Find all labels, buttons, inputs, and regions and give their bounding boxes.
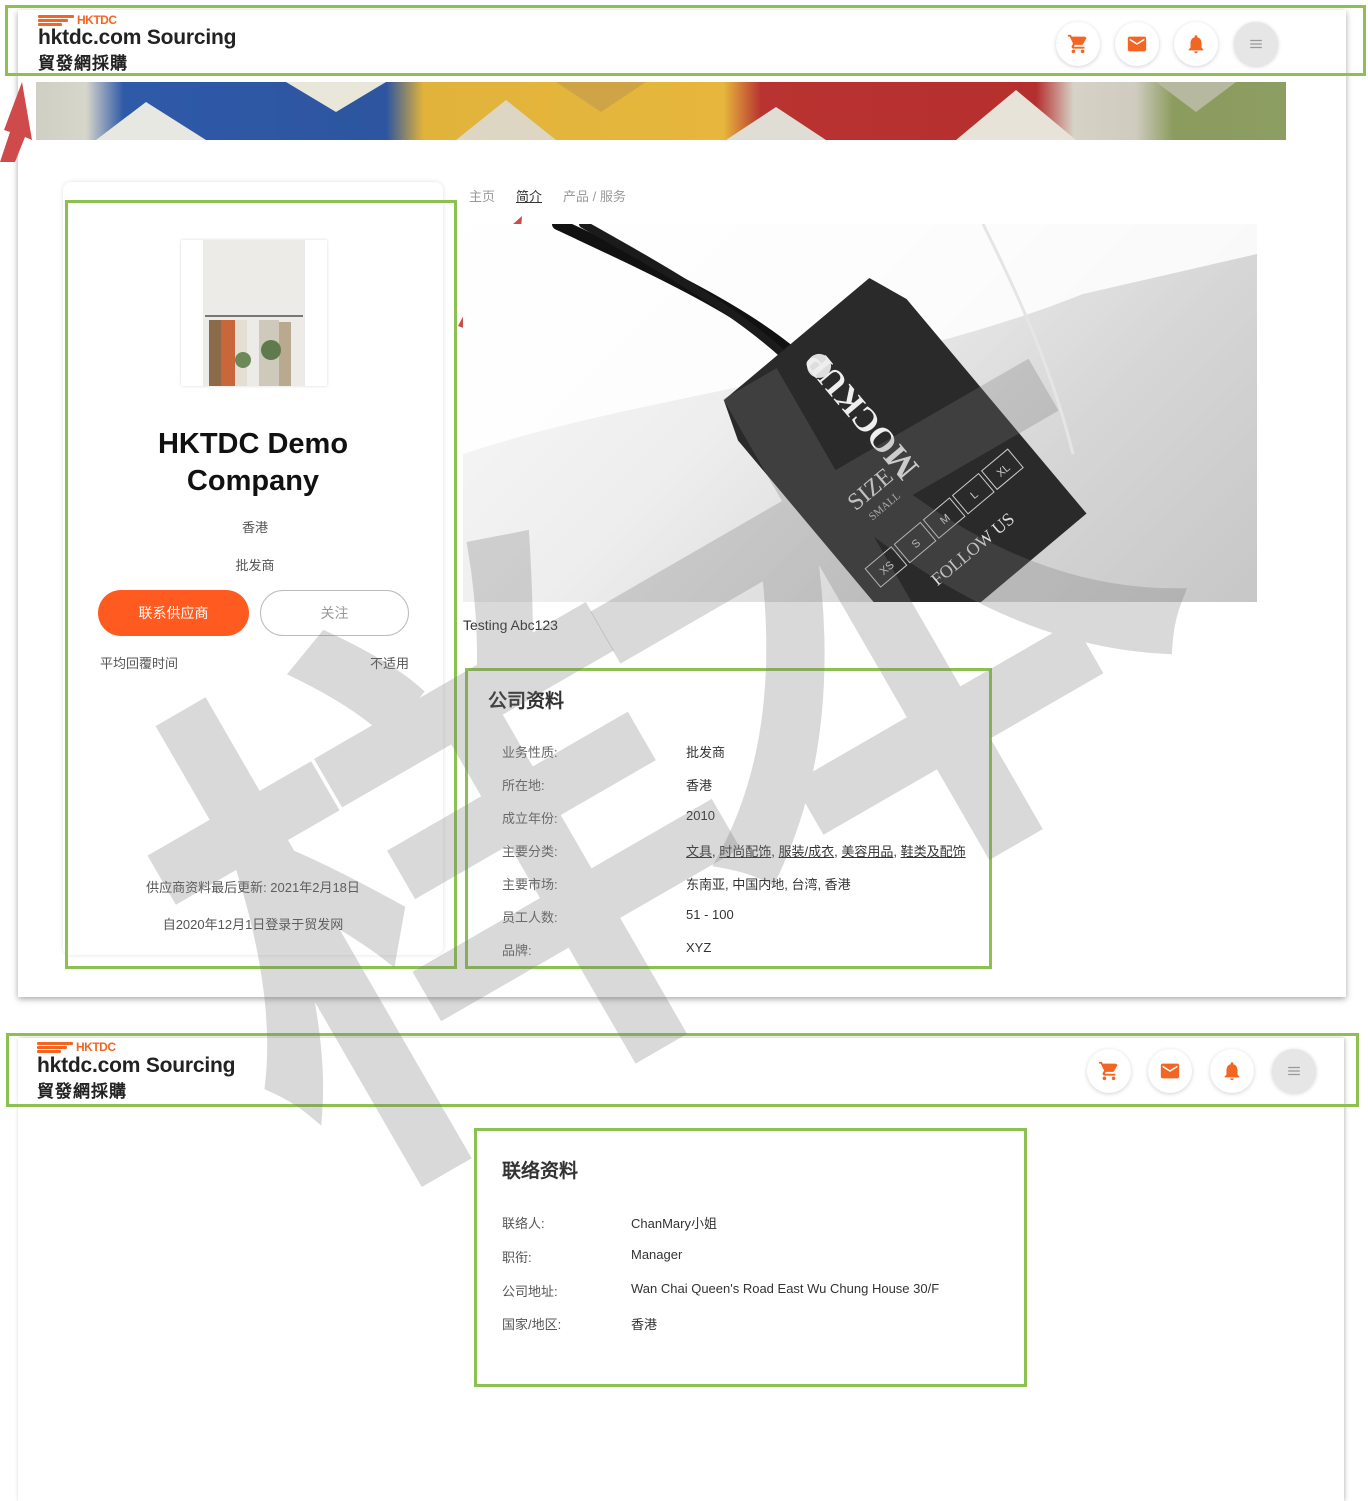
- annotation-box-header-top: [5, 5, 1366, 76]
- banner-pattern: [96, 82, 1236, 140]
- annotation-box-company-info: [465, 668, 992, 969]
- clothing-tag-photo: MOCKUP SIZE SMALL FOLLOW US XS S M L XL: [463, 224, 1257, 602]
- annotation-box-profile-card: [65, 200, 457, 969]
- annotation-box-contact-info: [474, 1128, 1027, 1387]
- company-hero-image: MOCKUP SIZE SMALL FOLLOW US XS S M L XL: [463, 224, 1257, 602]
- tab-intro[interactable]: 简介: [516, 186, 542, 205]
- hero-caption: Testing Abc123: [463, 617, 558, 633]
- fabric-banner-image: [36, 82, 1286, 140]
- tab-home[interactable]: 主页: [469, 186, 495, 205]
- annotation-arrow-left: [0, 82, 32, 162]
- annotation-box-header-bottom: [6, 1033, 1359, 1107]
- tab-products-services[interactable]: 产品 / 服务: [563, 186, 626, 205]
